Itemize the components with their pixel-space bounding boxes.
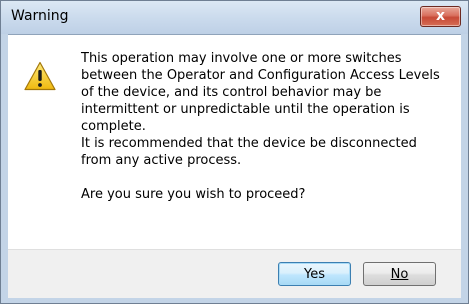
message-line: intermittent or unpredictable until the … xyxy=(81,102,410,117)
no-button-label: No xyxy=(390,266,409,282)
message-spacer xyxy=(81,169,456,186)
close-button[interactable]: x xyxy=(420,6,461,27)
title-bar[interactable]: Warning x xyxy=(1,1,468,34)
yes-button-label: Yes xyxy=(304,266,325,282)
message-line: complete. xyxy=(81,119,146,134)
message-line: of the device, and its control behavior … xyxy=(81,85,382,100)
close-icon: x xyxy=(435,8,446,24)
dialog-content: This operation may involve one or more s… xyxy=(8,34,461,249)
confirmation-question: Are you sure you wish to proceed? xyxy=(81,187,306,202)
warning-icon xyxy=(24,61,56,91)
message-text: This operation may involve one or more s… xyxy=(81,50,456,203)
message-line: from any active process. xyxy=(81,153,242,168)
message-line: It is recommended that the device be dis… xyxy=(81,136,417,151)
warning-dialog: Warning x This operation may involve one… xyxy=(0,0,469,304)
button-bar: Yes No xyxy=(8,249,461,298)
yes-button[interactable]: Yes xyxy=(278,262,351,286)
message-line: between the Operator and Configuration A… xyxy=(81,68,440,83)
no-button[interactable]: No xyxy=(363,262,436,286)
dialog-title: Warning xyxy=(11,8,69,24)
message-line: This operation may involve one or more s… xyxy=(81,51,402,66)
